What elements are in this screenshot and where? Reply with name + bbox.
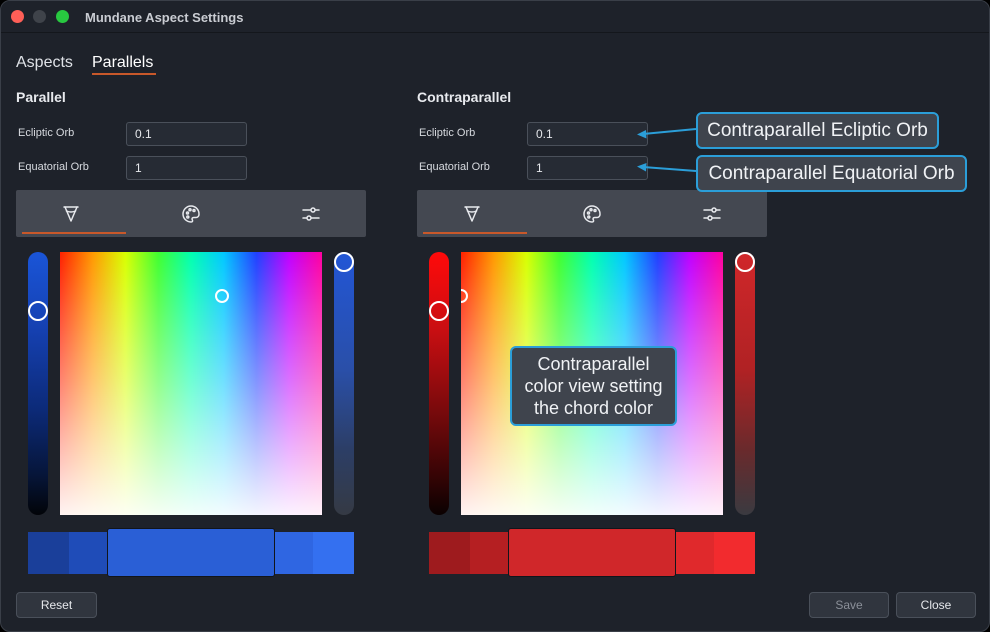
contraparallel-current-color[interactable]	[508, 528, 676, 577]
parallel-alpha-handle[interactable]	[334, 252, 354, 272]
sliders-icon	[703, 206, 721, 221]
close-window-button[interactable]	[11, 10, 24, 23]
parallel-sliders-tool[interactable]	[256, 190, 366, 237]
contraparallel-swatch[interactable]	[714, 532, 755, 574]
parallel-eyedropper-tool[interactable]	[16, 190, 126, 237]
callout-color-view: Contraparallel color view setting the ch…	[510, 346, 677, 426]
parallel-brightness-handle[interactable]	[28, 301, 48, 321]
contraparallel-equatorial-label: Equatorial Orb	[419, 161, 490, 173]
parallel-ecliptic-input[interactable]	[126, 122, 247, 146]
save-button[interactable]: Save	[809, 592, 889, 618]
contraparallel-ecliptic-input[interactable]	[527, 122, 648, 146]
contraparallel-swatch-bar	[429, 528, 755, 577]
palette-icon	[583, 204, 601, 223]
sliders-icon	[302, 206, 320, 221]
active-tool-indicator	[423, 232, 527, 234]
parallel-equatorial-label: Equatorial Orb	[18, 161, 89, 173]
callout-arrows	[637, 128, 697, 172]
tab-parallels[interactable]: Parallels	[92, 54, 153, 72]
parallel-current-color[interactable]	[107, 528, 275, 577]
contraparallel-brightness-handle[interactable]	[429, 301, 449, 321]
contraparallel-ecliptic-label: Ecliptic Orb	[419, 127, 476, 139]
parallel-brightness-slider[interactable]	[28, 252, 48, 515]
contraparallel-eyedropper-tool[interactable]	[417, 190, 527, 237]
parallel-ecliptic-label: Ecliptic Orb	[18, 127, 75, 139]
reset-button[interactable]: Reset	[16, 592, 97, 618]
parallel-equatorial-input[interactable]	[126, 156, 247, 180]
active-tab-indicator	[92, 73, 156, 75]
contraparallel-swatch[interactable]	[469, 532, 511, 574]
contraparallel-alpha-slider[interactable]	[735, 252, 755, 515]
parallel-palette-tool[interactable]	[136, 190, 246, 237]
tab-aspects[interactable]: Aspects	[16, 54, 73, 72]
contraparallel-sliders-tool[interactable]	[657, 190, 767, 237]
contraparallel-swatch[interactable]	[429, 532, 470, 574]
contraparallel-brightness-slider[interactable]	[429, 252, 449, 515]
parallel-alpha-slider[interactable]	[334, 252, 354, 515]
parallel-swatch-bar	[28, 528, 354, 577]
parallel-color-field[interactable]	[60, 252, 322, 515]
parallel-swatch[interactable]	[28, 532, 69, 574]
contraparallel-color-toolbar	[417, 190, 767, 237]
contraparallel-palette-tool[interactable]	[537, 190, 647, 237]
close-button[interactable]: Close	[896, 592, 976, 618]
parallel-title: Parallel	[16, 89, 66, 105]
parallel-swatch[interactable]	[272, 532, 314, 574]
contraparallel-equatorial-input[interactable]	[527, 156, 648, 180]
eyedropper-icon	[63, 205, 79, 222]
maximize-window-button[interactable]	[56, 10, 69, 23]
parallel-color-toolbar	[16, 190, 366, 237]
parallel-color-field-handle[interactable]	[215, 289, 229, 303]
parallel-swatch[interactable]	[313, 532, 354, 574]
settings-window: Mundane Aspect Settings Aspects Parallel…	[0, 0, 990, 632]
callout-ecliptic-orb: Contraparallel Ecliptic Orb	[696, 112, 939, 149]
contraparallel-title: Contraparallel	[417, 89, 512, 105]
callout-line: the chord color	[533, 398, 654, 418]
callout-line: Contraparallel	[537, 354, 650, 374]
window-title: Mundane Aspect Settings	[85, 10, 244, 25]
title-bar: Mundane Aspect Settings	[1, 1, 989, 33]
callout-line: color view setting	[524, 376, 663, 396]
parallel-swatch[interactable]	[68, 532, 110, 574]
contraparallel-alpha-handle[interactable]	[735, 252, 755, 272]
color-field-lightness	[60, 252, 322, 515]
contraparallel-swatch[interactable]	[673, 532, 715, 574]
callout-equatorial-orb: Contraparallel Equatorial Orb	[696, 155, 967, 192]
palette-icon	[182, 204, 200, 223]
active-tool-indicator	[22, 232, 126, 234]
eyedropper-icon	[464, 205, 480, 222]
minimize-window-button[interactable]	[33, 10, 46, 23]
